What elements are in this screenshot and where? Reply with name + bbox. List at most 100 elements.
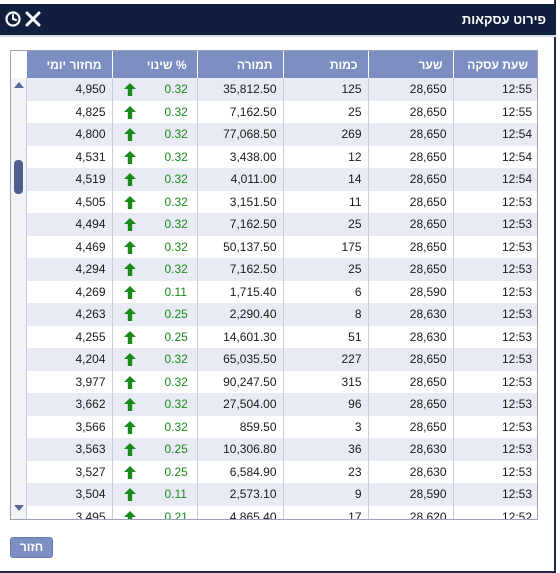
col-header-price[interactable]: שער [367, 51, 453, 78]
cell-volume: 3,504 [27, 483, 112, 506]
table-row[interactable]: 12:53 28,650 227 65,035.50 0.32 4,204 [27, 348, 537, 371]
table-row[interactable]: 12:53 28,650 11 3,151.50 0.32 4,505 [27, 190, 537, 213]
up-arrow-icon [123, 195, 136, 209]
cell-qty: 227 [282, 348, 368, 371]
cell-qty: 14 [282, 168, 368, 191]
up-arrow-icon [123, 443, 136, 456]
cell-qty: 9 [282, 483, 368, 506]
table-row[interactable]: 12:53 28,650 3 859.50 0.32 3,566 [27, 415, 537, 438]
cell-change: 0.32 [111, 190, 197, 213]
cell-amount: 65,035.50 [196, 348, 283, 371]
cell-qty: 25 [282, 258, 368, 281]
col-header-volume[interactable]: מחזור יומי [27, 51, 112, 78]
cell-change: 0.11 [111, 280, 197, 303]
cell-qty: 17 [282, 505, 368, 519]
cell-volume: 4,294 [27, 258, 112, 281]
table-row[interactable]: 12:53 28,630 36 10,306.80 0.25 3,563 [27, 438, 537, 461]
cell-amount: 1,715.40 [196, 280, 283, 303]
clock-icon[interactable] [4, 9, 22, 29]
cell-time: 12:53 [452, 258, 537, 281]
table-row[interactable]: 12:55 28,650 125 35,812.50 0.32 4,950 [27, 78, 537, 101]
cell-qty: 96 [282, 393, 368, 416]
table-row[interactable]: 12:55 28,650 25 7,162.50 0.32 4,825 [27, 100, 537, 123]
cell-volume: 4,800 [27, 123, 112, 146]
cell-volume: 4,263 [27, 303, 112, 326]
table-row[interactable]: 12:53 28,650 175 50,137.50 0.32 4,469 [27, 235, 537, 258]
table-row[interactable]: 12:54 28,650 14 4,011.00 0.32 4,519 [27, 168, 537, 191]
cell-qty: 6 [282, 280, 368, 303]
cell-change: 0.32 [111, 213, 197, 236]
cell-qty: 3 [282, 415, 368, 438]
table-row[interactable]: 12:54 28,650 12 3,438.00 0.32 4,531 [27, 145, 537, 168]
table-row[interactable]: 12:53 28,630 8 2,290.40 0.25 4,263 [27, 303, 537, 326]
cell-change: 0.32 [111, 415, 197, 438]
scroll-down-icon[interactable] [14, 505, 24, 511]
up-arrow-icon [123, 105, 136, 119]
cell-change: 0.11 [111, 483, 197, 506]
cell-price: 28,650 [367, 235, 453, 258]
cell-qty: 25 [282, 213, 368, 236]
cell-time: 12:53 [452, 438, 537, 461]
title-bar: פירוט עסקאות [0, 4, 556, 35]
table-row[interactable]: 12:53 28,630 23 6,584.90 0.25 3,527 [27, 460, 537, 483]
cell-qty: 175 [282, 235, 368, 258]
up-arrow-icon [123, 263, 136, 276]
cell-volume: 4,531 [75, 149, 106, 164]
table-row[interactable]: 12:53 28,590 9 2,573.10 0.11 3,504 [27, 483, 537, 506]
back-button[interactable]: חזור [10, 537, 53, 558]
up-arrow-icon [123, 510, 136, 519]
scroll-up-icon[interactable] [14, 82, 24, 88]
cell-amount: 35,812.50 [196, 78, 283, 101]
col-header-amount[interactable]: תמורה [196, 51, 283, 78]
cell-amount: 7,162.50 [196, 258, 283, 281]
window-controls [4, 9, 42, 29]
cell-time: 12:53 [452, 460, 537, 483]
up-arrow-icon [123, 330, 136, 344]
table-row[interactable]: 12:54 28,650 269 77,068.50 0.32 4,800 [27, 123, 537, 146]
table-row[interactable]: 12:53 28,630 51 14,601.30 0.25 4,255 [27, 325, 537, 348]
cell-amount: 7,162.50 [196, 100, 283, 123]
table-row[interactable]: 12:53 28,590 6 1,715.40 0.11 4,269 [27, 280, 537, 303]
cell-time: 12:55 [452, 100, 537, 123]
cell-volume: 4,519 [27, 168, 112, 191]
table-row[interactable]: 12:53 28,650 25 7,162.50 0.32 4,294 [27, 258, 537, 281]
cell-volume: 4,825 [75, 104, 106, 119]
cell-change: 0.32 [111, 393, 197, 416]
cell-change: 0.32 [111, 370, 197, 393]
cell-time: 12:53 [452, 370, 537, 393]
cell-volume: 4,255 [75, 329, 106, 344]
cell-price: 28,590 [367, 280, 453, 303]
cell-amount: 4,011.00 [196, 168, 283, 191]
cell-amount: 3,151.50 [196, 190, 283, 213]
cell-price: 28,650 [367, 415, 453, 438]
col-header-qty[interactable]: כמות [282, 51, 368, 78]
cell-volume: 3,977 [75, 374, 106, 389]
table-row[interactable]: 12:52 28,620 17 4,865.40 0.21 3,495 [27, 505, 537, 519]
close-icon[interactable] [24, 9, 42, 29]
cell-price: 28,630 [367, 325, 453, 348]
up-arrow-icon [123, 285, 136, 299]
cell-time: 12:53 [452, 213, 537, 236]
table-row[interactable]: 12:53 28,650 96 27,504.00 0.32 3,662 [27, 393, 537, 416]
vertical-scrollbar[interactable] [11, 78, 27, 519]
cell-qty: 12 [282, 145, 368, 168]
col-header-time[interactable]: שעת עסקה [452, 51, 537, 78]
cell-change: 0.32 [111, 145, 197, 168]
table-row[interactable]: 12:53 28,650 25 7,162.50 0.32 4,494 [27, 213, 537, 236]
col-header-change[interactable]: % שינוי [111, 51, 197, 78]
cell-amount: 859.50 [196, 415, 283, 438]
cell-price: 28,650 [367, 190, 453, 213]
up-arrow-icon [123, 353, 136, 366]
cell-time: 12:53 [452, 190, 537, 213]
cell-qty: 269 [282, 123, 368, 146]
scrollbar-thumb[interactable] [14, 160, 23, 194]
table-header-row: שעת עסקה שער כמות תמורה % שינוי מחזור יו… [27, 51, 537, 78]
cell-change: 0.32 [111, 348, 197, 371]
cell-change: 0.25 [111, 460, 197, 483]
table-row[interactable]: 12:53 28,650 315 90,247.50 0.32 3,977 [27, 370, 537, 393]
cell-amount: 27,504.00 [196, 393, 283, 416]
cell-price: 28,630 [367, 303, 453, 326]
cell-change: 0.32 [111, 100, 197, 123]
cell-volume: 3,563 [27, 438, 112, 461]
cell-change: 0.32 [111, 78, 197, 101]
